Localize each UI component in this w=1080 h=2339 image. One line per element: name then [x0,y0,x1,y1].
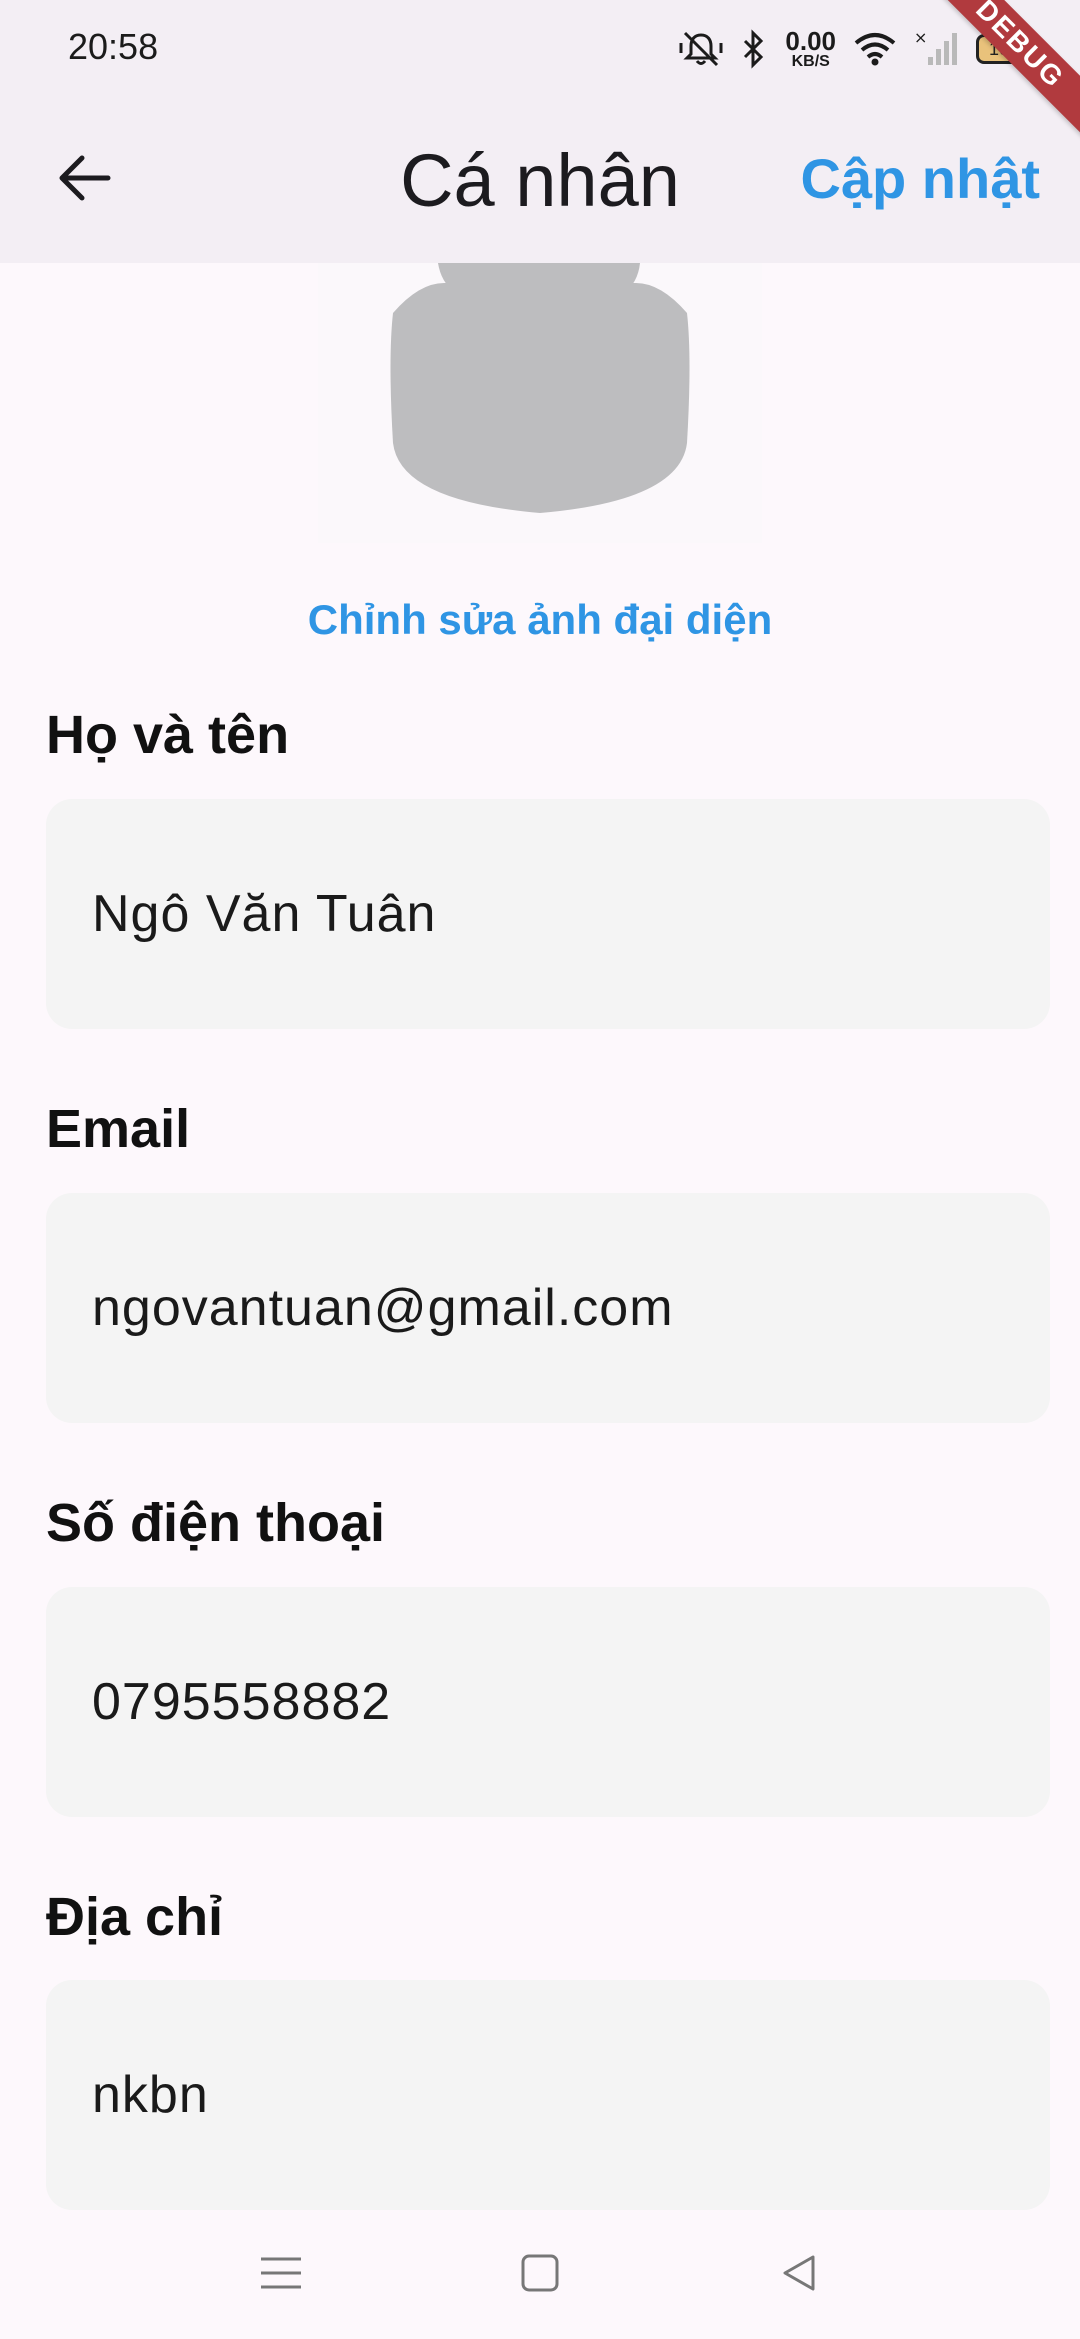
phone-label: Số điện thoại [46,1493,386,1553]
bluetooth-icon [741,29,767,69]
network-speed: 0.00 KB/S [785,28,836,70]
svg-text:×: × [914,29,927,47]
full-name-field[interactable]: Ngô Văn Tuân [46,799,1050,1029]
full-name-label: Họ và tên [46,705,290,765]
address-label: Địa chỉ [46,1887,224,1947]
edit-avatar-link[interactable]: Chỉnh sửa ảnh đại diện [0,596,1080,644]
email-label: Email [46,1099,191,1159]
nav-back-button[interactable] [764,2240,834,2310]
network-speed-unit: KB/S [791,53,830,70]
email-field[interactable]: ngovantuan@gmail.com [46,1193,1050,1423]
nav-home-button[interactable] [505,2240,575,2310]
nav-menu-button[interactable] [246,2240,316,2310]
phone-field[interactable]: 0795558882 [46,1587,1050,1817]
app-bar: Cá nhân Cập nhật [0,96,1080,263]
mute-bell-icon [679,29,723,69]
menu-icon [259,2253,303,2298]
home-square-icon [520,2253,560,2298]
status-time: 20:58 [68,26,159,67]
status-bar: 20:58 0.00 KB/S × [0,0,1080,96]
wifi-icon [854,31,896,67]
system-nav-bar [0,2210,1080,2339]
back-triangle-icon [779,2253,819,2298]
update-button[interactable]: Cập nhật [800,146,1040,211]
avatar[interactable] [318,263,762,543]
address-field[interactable]: nkbn [46,1980,1050,2210]
signal-icon: × [914,29,958,69]
person-silhouette-icon [390,263,690,513]
network-speed-value: 0.00 [785,26,836,56]
